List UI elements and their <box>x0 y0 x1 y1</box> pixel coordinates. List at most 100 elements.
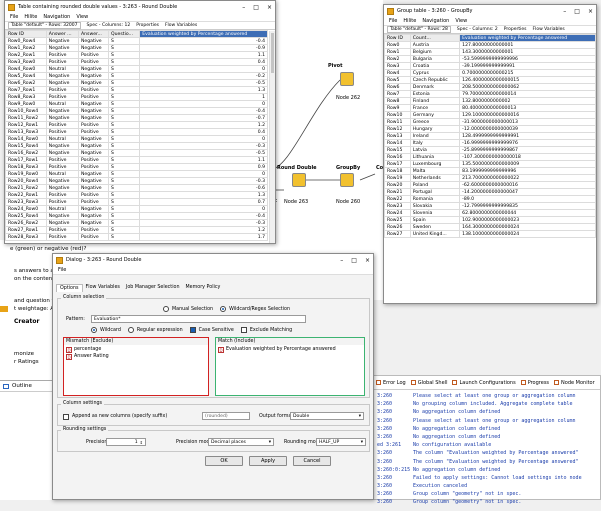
table-row[interactable]: Row23_Row3 Positive Positive S 0.7 <box>5 198 268 206</box>
pattern-input[interactable]: Evaluation* <box>91 315 306 323</box>
close-icon[interactable]: × <box>267 4 272 11</box>
table-row[interactable]: Row24 Slovenia 62.8000000000000044 <box>384 209 596 217</box>
table-row[interactable]: Row25 Spain 102.9000000000000023 <box>384 216 596 224</box>
wildcard-radio[interactable] <box>91 327 97 333</box>
tab-flow-variables[interactable]: Flow Variables <box>532 27 564 32</box>
ok-button[interactable]: OK <box>205 456 243 466</box>
table-row[interactable]: Row20_Row4 Negative Negative S -0.3 <box>5 177 268 185</box>
table-row[interactable]: Row13_Row3 Positive Positive S 0.4 <box>5 128 268 136</box>
tab-properties[interactable]: Properties <box>136 23 159 28</box>
column-header[interactable]: Count... <box>409 34 461 42</box>
table-row[interactable]: Row12 Hungary -12.0000000000000039 <box>384 125 596 133</box>
suffix-input[interactable]: (rounded) <box>202 412 250 420</box>
console-tab[interactable]: Node Monitor <box>554 379 595 386</box>
table-row[interactable]: Row11 Greece -31.9000000000000013 <box>384 118 596 126</box>
minimize-icon[interactable]: – <box>340 257 343 264</box>
table-row[interactable]: Row2 Bulgaria -53.5999999999999996 <box>384 55 596 63</box>
table-row[interactable]: Row16 Lithuania -107.3000000000000018 <box>384 153 596 161</box>
regex-radio[interactable] <box>127 327 134 333</box>
outline-panel[interactable]: Outline <box>0 380 60 500</box>
tab-options[interactable]: Options <box>56 284 83 292</box>
column-list-item[interactable]: D Evaluation weighted by Percentage answe… <box>218 346 362 353</box>
table-row[interactable]: Row26 Sweden 164.3000000000000024 <box>384 223 596 231</box>
table-row[interactable]: Row21 Portugal -14.2000000000000047 <box>384 188 596 196</box>
precision-spinner[interactable]: 1 ⇕ <box>106 438 146 446</box>
table-row[interactable]: Row3_Row0 Positive Positive S 0.4 <box>5 58 268 66</box>
table-row[interactable]: Row16_Row2 Negative Negative S -0.5 <box>5 149 268 157</box>
tab-flow-variables[interactable]: Flow Variables <box>83 284 123 292</box>
tab-spec[interactable]: Spec - Columns: 2 <box>457 27 498 32</box>
append-columns-checkbox[interactable] <box>63 414 69 420</box>
table-row[interactable]: Row12_Row1 Positive Positive S 1.2 <box>5 121 268 129</box>
table-row[interactable]: Row19 Netherlands 213.7000000000000022 <box>384 174 596 182</box>
table-row[interactable]: Row6 Denmark 208.5000000000000062 <box>384 83 596 91</box>
menu-navigation[interactable]: Navigation <box>422 18 449 24</box>
maximize-icon[interactable]: □ <box>253 4 259 11</box>
table-row[interactable]: Row22 Romania -89.0 <box>384 195 596 203</box>
menu-view[interactable]: View <box>76 14 88 20</box>
window-title-bar[interactable]: Group table - 3:260 - GroupBy – □ × <box>384 5 596 17</box>
tab-flow-variables[interactable]: Flow Variables <box>165 23 197 28</box>
column-list-item[interactable]: D Answer Rating <box>66 353 206 360</box>
menu-navigation[interactable]: Navigation <box>43 14 70 20</box>
table-row[interactable]: Row9 France 80.4000000000000013 <box>384 104 596 112</box>
spinner-arrows-icon[interactable]: ⇕ <box>140 440 143 445</box>
table-row[interactable]: Row18_Row3 Positive Positive S 0.9 <box>5 163 268 171</box>
console-tab[interactable]: Error Log <box>376 379 406 386</box>
table-row[interactable]: Row15_Row4 Negative Negative S -0.3 <box>5 142 268 150</box>
dialog-title-bar[interactable]: Dialog - 3:263 - Round Double – □ × <box>53 254 373 266</box>
tab-memory-policy[interactable]: Memory Policy <box>183 284 224 292</box>
table-row[interactable]: Row1_Row2 Negative Negative S -0.9 <box>5 44 268 52</box>
round-double-table-window[interactable]: Table containing rounded double values -… <box>4 0 276 244</box>
table-row[interactable]: Row20 Poland -62.6000000000000016 <box>384 181 596 189</box>
table-row[interactable]: Row23 Slovakia -12.7999999999999835 <box>384 202 596 210</box>
match-list[interactable]: Match (Include) D Evaluation weighted by … <box>215 337 365 396</box>
table-row[interactable]: Row2_Row1 Positive Positive S 1.1 <box>5 51 268 59</box>
column-header[interactable]: Answer ... <box>45 30 80 38</box>
outline-tab-label[interactable]: Outline <box>12 383 32 389</box>
maximize-icon[interactable]: □ <box>574 8 580 15</box>
console-tab[interactable]: Global Shell <box>410 379 447 386</box>
table-row[interactable]: Row11_Row2 Negative Negative S -0.7 <box>5 114 268 122</box>
close-icon[interactable]: × <box>365 257 370 264</box>
table-row[interactable]: Row0 Austria 127.80000000000001 <box>384 41 596 49</box>
console-tab[interactable]: Progress <box>520 379 549 386</box>
table-row[interactable]: Row3 Croatia -39.199999999999991 <box>384 62 596 70</box>
table-row[interactable]: Row14_Row0 Neutral Negative S 0 <box>5 135 268 143</box>
column-header[interactable]: Evaluation weighted by Percentage answer… <box>139 30 268 38</box>
case-sensitive-checkbox[interactable] <box>189 327 196 333</box>
table-row[interactable]: Row26_Row2 Negative Negative S -0.3 <box>5 219 268 227</box>
precision-mode-select[interactable]: Decimal places ▾ <box>208 438 274 446</box>
table-row[interactable]: Row7 Estonia 79.7000000000000014 <box>384 90 596 98</box>
round-double-dialog[interactable]: Dialog - 3:263 - Round Double – □ × File O… <box>52 253 374 500</box>
table-row[interactable]: Row17_Row1 Positive Positive S 1.1 <box>5 156 268 164</box>
console-tab[interactable]: Launch Configurations <box>452 379 516 386</box>
round-double-node[interactable] <box>292 173 306 187</box>
column-header[interactable]: Answer... <box>77 30 110 38</box>
table-row[interactable]: Row1 Belgium 143.30000000000001 <box>384 48 596 56</box>
apply-button[interactable]: Apply <box>249 456 287 466</box>
menu-hilite[interactable]: Hilite <box>403 18 416 24</box>
maximize-icon[interactable]: □ <box>351 257 357 264</box>
table-row[interactable]: Row5 Czech Republic 126.4000000000000015 <box>384 76 596 84</box>
menu-file[interactable]: File <box>58 267 66 273</box>
table-row[interactable]: Row8_Row3 Positive Positive S 1 <box>5 93 268 101</box>
table-row[interactable]: Row17 Luxembourg 135.5000000000000009 <box>384 160 596 168</box>
table-row[interactable]: Row0_Row4 Negative Negative S -0.4 <box>5 37 268 45</box>
tab-table[interactable]: Table "default" - Rows: 28 <box>387 26 451 33</box>
groupby-node[interactable] <box>340 173 354 187</box>
column-header[interactable]: Evaluation weighted by Percentage answer… <box>459 34 596 42</box>
table-row[interactable]: Row15 Latvia -25.8999999999999867 <box>384 146 596 154</box>
menu-file[interactable]: File <box>389 18 397 24</box>
menu-file[interactable]: File <box>10 14 18 20</box>
table-row[interactable]: Row28_Row3 Positive Positive S 1.7 <box>5 233 268 241</box>
pivot-node[interactable] <box>340 72 354 86</box>
vertical-scrollbar[interactable] <box>269 31 275 243</box>
mismatch-list[interactable]: Mismatch (Exclude) Dpercentage D Answer Ra… <box>63 337 209 396</box>
table-row[interactable]: Row19_Row0 Neutral Negative S 0 <box>5 170 268 178</box>
table-row[interactable]: Row27_Row1 Positive Positive S 1.2 <box>5 226 268 234</box>
console-panel[interactable]: Error Log Global Shell Launch Configuratio… <box>372 375 601 505</box>
table-row[interactable]: Row6_Row2 Negative Negative S -0.5 <box>5 79 268 87</box>
minimize-icon[interactable]: – <box>563 8 566 15</box>
menu-view[interactable]: View <box>455 18 467 24</box>
